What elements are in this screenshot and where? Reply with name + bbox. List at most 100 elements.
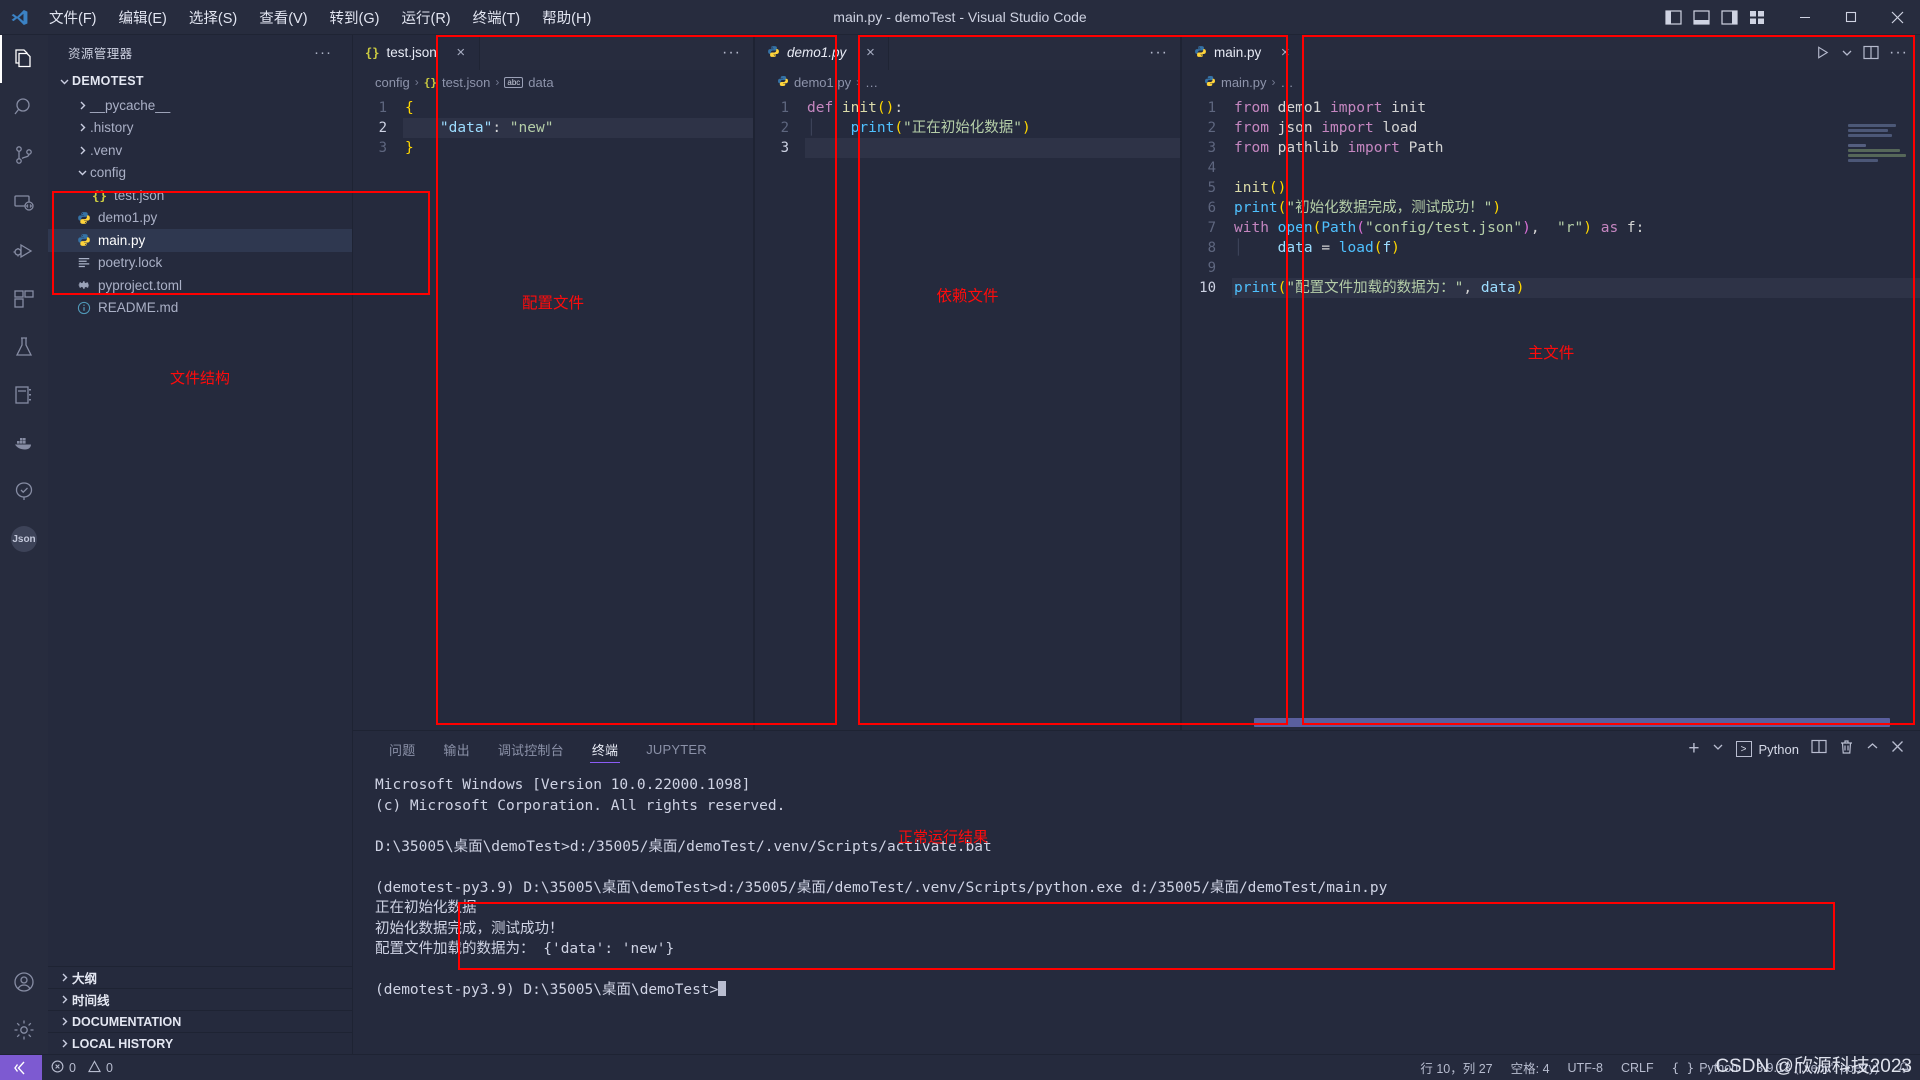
- tree-item-pyproject-toml[interactable]: pyproject.toml: [48, 274, 352, 297]
- problems-status[interactable]: 0 0: [42, 1055, 122, 1080]
- tree-item-venv[interactable]: .venv: [48, 139, 352, 162]
- sidebar-section-timeline[interactable]: 时间线: [48, 988, 352, 1010]
- minimize-button[interactable]: [1782, 0, 1828, 35]
- sidebar-section-documentation[interactable]: DOCUMENTATION: [48, 1010, 352, 1032]
- tree-item-readme-md[interactable]: README.md: [48, 297, 352, 320]
- customize-layout-icon[interactable]: [1746, 6, 1768, 28]
- chevron-down-icon[interactable]: [1712, 740, 1724, 758]
- tree-item-history[interactable]: .history: [48, 117, 352, 140]
- line-number: 2: [1182, 118, 1232, 138]
- breadcrumb-item-file[interactable]: demo1.py: [794, 75, 851, 90]
- menu-run[interactable]: 运行(R): [390, 3, 461, 32]
- toggle-secondary-sidebar-icon[interactable]: [1718, 6, 1740, 28]
- tab-test-json[interactable]: {} test.json ×: [353, 35, 480, 70]
- split-terminal-icon[interactable]: [1811, 739, 1827, 759]
- split-editor-icon[interactable]: [1863, 45, 1879, 60]
- eol-status[interactable]: CRLF: [1612, 1055, 1663, 1080]
- menu-help[interactable]: 帮助(H): [531, 3, 602, 32]
- code-editor-demo1-py[interactable]: 1 def init(): 2 │ print("正在初始化数据") 3 依赖文…: [755, 94, 1180, 730]
- breadcrumb-item-symbol[interactable]: …: [1281, 75, 1294, 90]
- close-panel-icon[interactable]: [1891, 740, 1904, 758]
- tree-item-config[interactable]: config: [48, 162, 352, 185]
- tree-item-label: .history: [90, 120, 134, 135]
- breadcrumb-item-symbol[interactable]: data: [528, 75, 553, 90]
- explorer-icon[interactable]: [0, 35, 48, 83]
- account-icon[interactable]: [0, 958, 48, 1006]
- tab-debug-console[interactable]: 调试控制台: [484, 731, 578, 767]
- testing-flask-icon[interactable]: [0, 323, 48, 371]
- horizontal-scrollbar[interactable]: [1254, 718, 1890, 727]
- remote-window-icon[interactable]: [0, 1055, 42, 1080]
- tab-terminal[interactable]: 终端: [578, 731, 632, 767]
- menu-selection[interactable]: 选择(S): [178, 3, 248, 32]
- notebook-icon[interactable]: [0, 371, 48, 419]
- extensions-icon[interactable]: [0, 275, 48, 323]
- menu-view[interactable]: 查看(V): [248, 3, 318, 32]
- workspace-root-row[interactable]: DEMOTEST: [48, 70, 352, 92]
- trash-icon[interactable]: [1839, 739, 1854, 760]
- tree-item-label: test.json: [114, 188, 164, 203]
- sidebar-section-outline[interactable]: 大纲: [48, 966, 352, 988]
- close-icon[interactable]: ×: [454, 44, 468, 61]
- chevron-up-icon[interactable]: [1866, 740, 1879, 758]
- cursor-position[interactable]: 行 10，列 27: [1411, 1055, 1501, 1080]
- json-badge-icon[interactable]: Json: [0, 515, 48, 563]
- tab-main-py[interactable]: main.py ×: [1182, 35, 1304, 70]
- menu-file[interactable]: 文件(F): [38, 3, 108, 32]
- tab-demo1-py[interactable]: demo1.py ×: [755, 35, 889, 70]
- code-editor-main-py[interactable]: 1 from demo1 import init 2 from json imp…: [1182, 94, 1920, 730]
- toggle-panel-icon[interactable]: [1690, 6, 1712, 28]
- search-icon[interactable]: [0, 83, 48, 131]
- code-editor-test-json[interactable]: 1 { 2 "data": "new" 3 } 配置文件: [353, 94, 753, 730]
- run-and-debug-icon[interactable]: [0, 227, 48, 275]
- breadcrumb-item-file[interactable]: test.json: [442, 75, 490, 90]
- code-token: }: [405, 140, 414, 156]
- breadcrumb-item-symbol[interactable]: …: [865, 75, 878, 90]
- terminal-line: Microsoft Windows [Version 10.0.22000.10…: [375, 775, 1920, 796]
- tab-jupyter[interactable]: JUPYTER: [632, 731, 721, 767]
- tree-item-pycache[interactable]: __pycache__: [48, 94, 352, 117]
- run-python-file-icon[interactable]: [1814, 44, 1831, 61]
- minimap[interactable]: [1848, 124, 1908, 164]
- tree-item-main-py[interactable]: main.py: [48, 229, 352, 252]
- close-window-button[interactable]: [1874, 0, 1920, 35]
- terminal-prompt: (demotest-py3.9) D:\35005\桌面\demoTest>: [375, 980, 1920, 1001]
- line-number: 3: [353, 138, 403, 158]
- code-token: init: [1234, 180, 1269, 196]
- tree-item-demo1-py[interactable]: demo1.py: [48, 207, 352, 230]
- source-control-icon[interactable]: [0, 131, 48, 179]
- remote-explorer-icon[interactable]: [0, 179, 48, 227]
- tab-output[interactable]: 输出: [429, 731, 483, 767]
- docker-icon[interactable]: [0, 419, 48, 467]
- toggle-primary-sidebar-icon[interactable]: [1662, 6, 1684, 28]
- chevron-down-icon[interactable]: [1841, 47, 1853, 59]
- encoding-status[interactable]: UTF-8: [1559, 1055, 1612, 1080]
- close-icon[interactable]: ×: [1278, 44, 1292, 61]
- menu-edit[interactable]: 编辑(E): [108, 3, 178, 32]
- close-icon[interactable]: ×: [863, 44, 877, 61]
- menu-terminal[interactable]: 终端(T): [462, 3, 532, 32]
- new-terminal-button[interactable]: +: [1688, 738, 1699, 760]
- more-actions-icon[interactable]: ···: [1889, 44, 1908, 62]
- menu-go[interactable]: 转到(G): [319, 3, 391, 32]
- terminal-shell-selector[interactable]: > Python: [1736, 741, 1799, 757]
- terminal-line-command: (demotest-py3.9) D:\35005\桌面\demoTest>d:…: [375, 878, 1920, 899]
- terminal-content[interactable]: Microsoft Windows [Version 10.0.22000.10…: [353, 767, 1920, 1054]
- tree-item-test-json[interactable]: {} test.json: [48, 184, 352, 207]
- tab-problems[interactable]: 问题: [375, 731, 429, 767]
- more-actions-icon[interactable]: ···: [722, 44, 741, 62]
- breadcrumb-item-file[interactable]: main.py: [1221, 75, 1267, 90]
- tree-item-label: README.md: [98, 300, 178, 315]
- more-actions-icon[interactable]: ···: [1149, 44, 1168, 62]
- settings-gear-icon[interactable]: [0, 1006, 48, 1054]
- sidebar-section-local-history[interactable]: LOCAL HISTORY: [48, 1032, 352, 1054]
- indentation-status[interactable]: 空格: 4: [1502, 1055, 1559, 1080]
- maximize-button[interactable]: [1828, 0, 1874, 35]
- code-line: 6 print("初始化数据完成，测试成功！"): [1182, 198, 1920, 218]
- tree-check-icon[interactable]: [0, 467, 48, 515]
- tree-item-poetry-lock[interactable]: poetry.lock: [48, 252, 352, 275]
- panel-actions: + > Python: [1688, 738, 1920, 760]
- breadcrumb-item-config[interactable]: config: [375, 75, 410, 90]
- code-token: ,: [1463, 280, 1480, 296]
- sidebar-more-icon[interactable]: ···: [314, 44, 332, 61]
